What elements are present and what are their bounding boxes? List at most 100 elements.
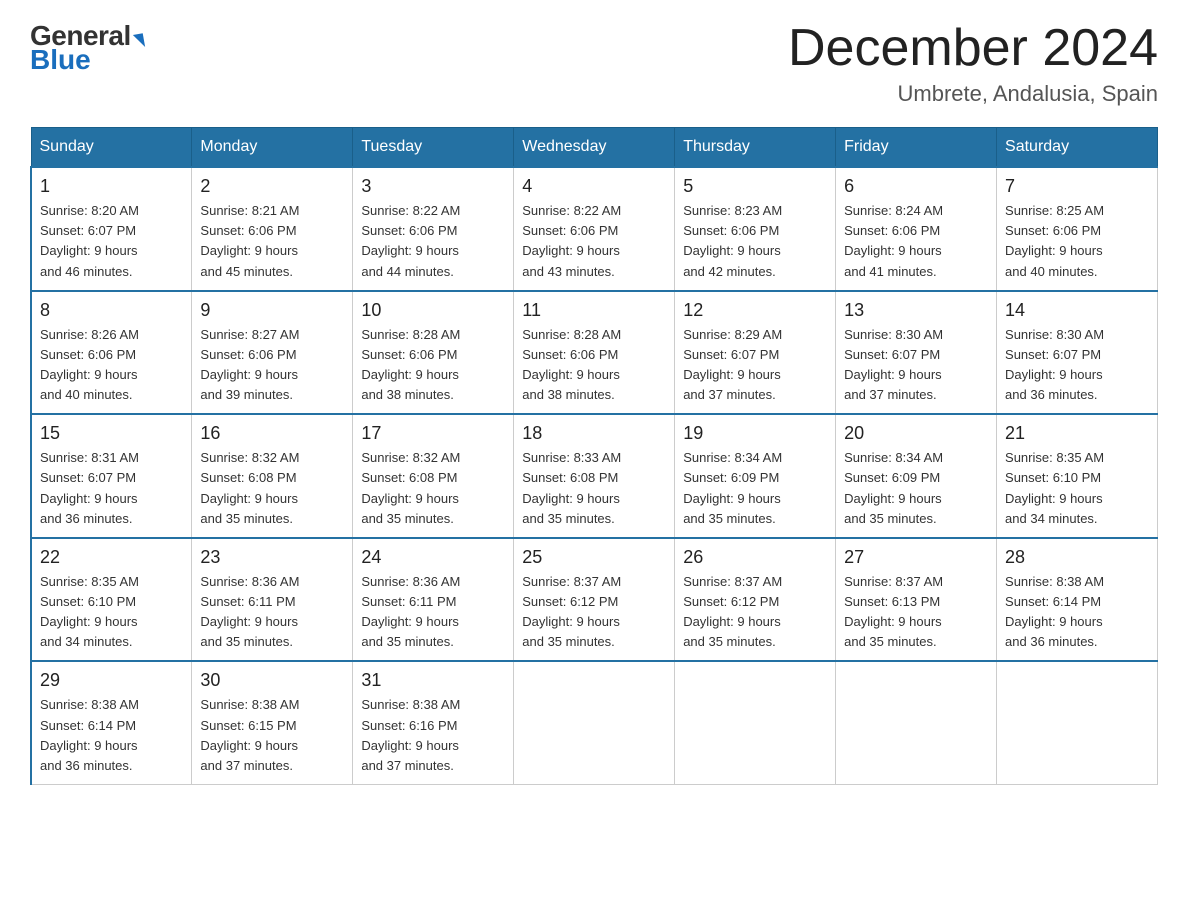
weekday-header-saturday: Saturday [997,128,1158,168]
day-info: Sunrise: 8:21 AM Sunset: 6:06 PM Dayligh… [200,201,344,282]
calendar-cell: 26 Sunrise: 8:37 AM Sunset: 6:12 PM Dayl… [675,538,836,662]
day-number: 28 [1005,547,1149,568]
calendar-cell: 21 Sunrise: 8:35 AM Sunset: 6:10 PM Dayl… [997,414,1158,538]
calendar-cell: 2 Sunrise: 8:21 AM Sunset: 6:06 PM Dayli… [192,167,353,291]
calendar-table: SundayMondayTuesdayWednesdayThursdayFrid… [30,127,1158,785]
day-number: 25 [522,547,666,568]
day-number: 24 [361,547,505,568]
day-info: Sunrise: 8:22 AM Sunset: 6:06 PM Dayligh… [522,201,666,282]
day-number: 19 [683,423,827,444]
location-title: Umbrete, Andalusia, Spain [788,81,1158,107]
day-info: Sunrise: 8:25 AM Sunset: 6:06 PM Dayligh… [1005,201,1149,282]
calendar-cell: 12 Sunrise: 8:29 AM Sunset: 6:07 PM Dayl… [675,291,836,415]
day-info: Sunrise: 8:38 AM Sunset: 6:15 PM Dayligh… [200,695,344,776]
day-info: Sunrise: 8:26 AM Sunset: 6:06 PM Dayligh… [40,325,183,406]
day-number: 6 [844,176,988,197]
day-info: Sunrise: 8:30 AM Sunset: 6:07 PM Dayligh… [844,325,988,406]
day-number: 4 [522,176,666,197]
week-row-4: 22 Sunrise: 8:35 AM Sunset: 6:10 PM Dayl… [31,538,1158,662]
title-block: December 2024 Umbrete, Andalusia, Spain [788,20,1158,107]
calendar-cell: 6 Sunrise: 8:24 AM Sunset: 6:06 PM Dayli… [836,167,997,291]
day-number: 3 [361,176,505,197]
day-info: Sunrise: 8:36 AM Sunset: 6:11 PM Dayligh… [361,572,505,653]
calendar-cell: 10 Sunrise: 8:28 AM Sunset: 6:06 PM Dayl… [353,291,514,415]
month-title: December 2024 [788,20,1158,77]
day-number: 5 [683,176,827,197]
calendar-cell: 3 Sunrise: 8:22 AM Sunset: 6:06 PM Dayli… [353,167,514,291]
logo: General Blue [30,20,144,76]
calendar-cell [514,661,675,784]
calendar-cell: 4 Sunrise: 8:22 AM Sunset: 6:06 PM Dayli… [514,167,675,291]
calendar-cell: 18 Sunrise: 8:33 AM Sunset: 6:08 PM Dayl… [514,414,675,538]
weekday-header-sunday: Sunday [31,128,192,168]
day-info: Sunrise: 8:35 AM Sunset: 6:10 PM Dayligh… [40,572,183,653]
day-number: 2 [200,176,344,197]
calendar-cell: 24 Sunrise: 8:36 AM Sunset: 6:11 PM Dayl… [353,538,514,662]
day-number: 10 [361,300,505,321]
day-number: 7 [1005,176,1149,197]
day-info: Sunrise: 8:37 AM Sunset: 6:12 PM Dayligh… [683,572,827,653]
day-number: 29 [40,670,183,691]
weekday-header-tuesday: Tuesday [353,128,514,168]
page-header: General Blue December 2024 Umbrete, Anda… [30,20,1158,107]
week-row-5: 29 Sunrise: 8:38 AM Sunset: 6:14 PM Dayl… [31,661,1158,784]
day-info: Sunrise: 8:20 AM Sunset: 6:07 PM Dayligh… [40,201,183,282]
calendar-cell: 20 Sunrise: 8:34 AM Sunset: 6:09 PM Dayl… [836,414,997,538]
calendar-cell: 27 Sunrise: 8:37 AM Sunset: 6:13 PM Dayl… [836,538,997,662]
calendar-cell: 9 Sunrise: 8:27 AM Sunset: 6:06 PM Dayli… [192,291,353,415]
day-number: 23 [200,547,344,568]
day-number: 18 [522,423,666,444]
day-info: Sunrise: 8:28 AM Sunset: 6:06 PM Dayligh… [522,325,666,406]
day-number: 22 [40,547,183,568]
weekday-header-wednesday: Wednesday [514,128,675,168]
day-number: 1 [40,176,183,197]
logo-blue: Blue [30,44,91,76]
logo-arrow-icon [133,33,145,49]
weekday-header-row: SundayMondayTuesdayWednesdayThursdayFrid… [31,128,1158,168]
calendar-cell: 22 Sunrise: 8:35 AM Sunset: 6:10 PM Dayl… [31,538,192,662]
day-number: 20 [844,423,988,444]
day-info: Sunrise: 8:38 AM Sunset: 6:16 PM Dayligh… [361,695,505,776]
day-info: Sunrise: 8:31 AM Sunset: 6:07 PM Dayligh… [40,448,183,529]
day-number: 27 [844,547,988,568]
weekday-header-friday: Friday [836,128,997,168]
day-info: Sunrise: 8:36 AM Sunset: 6:11 PM Dayligh… [200,572,344,653]
day-info: Sunrise: 8:38 AM Sunset: 6:14 PM Dayligh… [1005,572,1149,653]
calendar-cell: 31 Sunrise: 8:38 AM Sunset: 6:16 PM Dayl… [353,661,514,784]
day-info: Sunrise: 8:35 AM Sunset: 6:10 PM Dayligh… [1005,448,1149,529]
calendar-cell: 28 Sunrise: 8:38 AM Sunset: 6:14 PM Dayl… [997,538,1158,662]
day-number: 16 [200,423,344,444]
calendar-cell: 17 Sunrise: 8:32 AM Sunset: 6:08 PM Dayl… [353,414,514,538]
day-number: 8 [40,300,183,321]
calendar-cell [836,661,997,784]
day-number: 12 [683,300,827,321]
day-info: Sunrise: 8:32 AM Sunset: 6:08 PM Dayligh… [200,448,344,529]
day-info: Sunrise: 8:29 AM Sunset: 6:07 PM Dayligh… [683,325,827,406]
day-info: Sunrise: 8:24 AM Sunset: 6:06 PM Dayligh… [844,201,988,282]
day-info: Sunrise: 8:37 AM Sunset: 6:13 PM Dayligh… [844,572,988,653]
calendar-cell: 19 Sunrise: 8:34 AM Sunset: 6:09 PM Dayl… [675,414,836,538]
day-info: Sunrise: 8:34 AM Sunset: 6:09 PM Dayligh… [683,448,827,529]
day-info: Sunrise: 8:32 AM Sunset: 6:08 PM Dayligh… [361,448,505,529]
calendar-cell: 25 Sunrise: 8:37 AM Sunset: 6:12 PM Dayl… [514,538,675,662]
calendar-cell: 11 Sunrise: 8:28 AM Sunset: 6:06 PM Dayl… [514,291,675,415]
calendar-cell: 8 Sunrise: 8:26 AM Sunset: 6:06 PM Dayli… [31,291,192,415]
day-info: Sunrise: 8:38 AM Sunset: 6:14 PM Dayligh… [40,695,183,776]
day-number: 11 [522,300,666,321]
day-info: Sunrise: 8:34 AM Sunset: 6:09 PM Dayligh… [844,448,988,529]
day-info: Sunrise: 8:33 AM Sunset: 6:08 PM Dayligh… [522,448,666,529]
day-info: Sunrise: 8:23 AM Sunset: 6:06 PM Dayligh… [683,201,827,282]
calendar-cell [675,661,836,784]
week-row-1: 1 Sunrise: 8:20 AM Sunset: 6:07 PM Dayli… [31,167,1158,291]
calendar-cell: 29 Sunrise: 8:38 AM Sunset: 6:14 PM Dayl… [31,661,192,784]
day-number: 26 [683,547,827,568]
calendar-cell: 15 Sunrise: 8:31 AM Sunset: 6:07 PM Dayl… [31,414,192,538]
weekday-header-monday: Monday [192,128,353,168]
calendar-cell: 23 Sunrise: 8:36 AM Sunset: 6:11 PM Dayl… [192,538,353,662]
day-number: 30 [200,670,344,691]
day-number: 13 [844,300,988,321]
calendar-cell: 1 Sunrise: 8:20 AM Sunset: 6:07 PM Dayli… [31,167,192,291]
day-number: 15 [40,423,183,444]
calendar-cell: 7 Sunrise: 8:25 AM Sunset: 6:06 PM Dayli… [997,167,1158,291]
weekday-header-thursday: Thursday [675,128,836,168]
